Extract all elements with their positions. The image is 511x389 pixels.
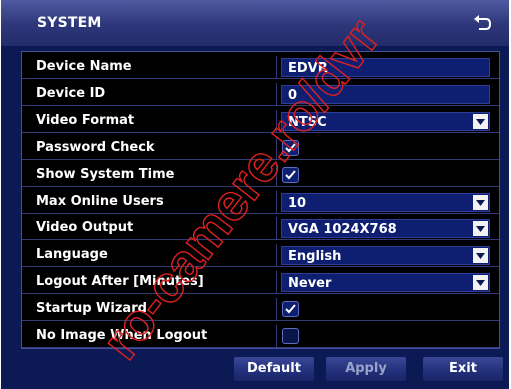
back-arrow-icon xyxy=(474,15,492,30)
setting-dropdown[interactable]: VGA 1024X768 xyxy=(281,219,490,239)
dropdown-value: Never xyxy=(288,276,332,292)
setting-checkbox[interactable] xyxy=(282,166,299,183)
setting-label: Video Format xyxy=(22,109,277,132)
apply-button[interactable]: Apply xyxy=(326,357,406,381)
system-window: SYSTEM Device Name EDVR Device ID 0 Video Fo… xyxy=(1,0,509,389)
setting-label: Max Online Users xyxy=(22,190,277,213)
setting-row: Password Check xyxy=(22,136,499,160)
dropdown-arrow-icon xyxy=(473,248,488,264)
setting-checkbox[interactable] xyxy=(282,139,299,156)
dropdown-value: VGA 1024X768 xyxy=(288,222,397,238)
dropdown-arrow-icon xyxy=(473,221,488,237)
dropdown-value: NTSC xyxy=(288,114,327,130)
setting-row: Language English xyxy=(22,244,499,268)
window-title: SYSTEM xyxy=(37,15,102,31)
setting-row: Device Name EDVR xyxy=(22,56,499,79)
setting-label: Logout After [Minutes] xyxy=(22,271,277,294)
dropdown-arrow-icon xyxy=(473,113,488,129)
setting-checkbox[interactable] xyxy=(282,328,299,344)
dropdown-value: English xyxy=(288,249,342,265)
setting-row: Show System Time xyxy=(22,163,499,187)
check-icon xyxy=(285,304,296,314)
setting-checkbox[interactable] xyxy=(282,301,299,318)
dropdown-value: 10 xyxy=(288,195,307,211)
setting-row: Device ID 0 xyxy=(22,82,499,106)
setting-dropdown[interactable]: 10 xyxy=(281,192,490,212)
title-bar: SYSTEM xyxy=(1,0,509,46)
setting-text-field[interactable]: EDVR xyxy=(281,58,490,77)
setting-row: Startup Wizard xyxy=(22,298,499,322)
setting-row: Video Output VGA 1024X768 xyxy=(22,217,499,241)
setting-label: Password Check xyxy=(22,136,277,159)
setting-label: Show System Time xyxy=(22,163,277,186)
setting-label: No Image When Logout xyxy=(22,325,277,347)
back-button[interactable] xyxy=(471,14,493,34)
setting-label: Device ID xyxy=(22,82,277,105)
setting-dropdown[interactable]: English xyxy=(281,246,490,266)
setting-text-field[interactable]: 0 xyxy=(281,84,490,104)
check-icon xyxy=(285,143,296,153)
setting-label: Device Name xyxy=(22,56,277,78)
dropdown-arrow-icon xyxy=(473,194,488,210)
exit-button[interactable]: Exit xyxy=(423,357,503,381)
setting-label: Video Output xyxy=(22,217,277,240)
setting-row: Logout After [Minutes] Never xyxy=(22,271,499,295)
default-button[interactable]: Default xyxy=(234,357,314,381)
check-icon xyxy=(285,169,296,180)
setting-row: Max Online Users 10 xyxy=(22,190,499,214)
settings-panel: Device Name EDVR Device ID 0 Video Format NTS… xyxy=(21,51,500,349)
dropdown-arrow-icon xyxy=(473,275,488,291)
setting-dropdown[interactable]: Never xyxy=(281,273,490,293)
setting-row: No Image When Logout xyxy=(22,325,499,348)
setting-label: Startup Wizard xyxy=(22,298,277,321)
setting-row: Video Format NTSC xyxy=(22,109,499,133)
setting-label: Language xyxy=(22,244,277,267)
setting-dropdown[interactable]: NTSC xyxy=(281,111,490,131)
